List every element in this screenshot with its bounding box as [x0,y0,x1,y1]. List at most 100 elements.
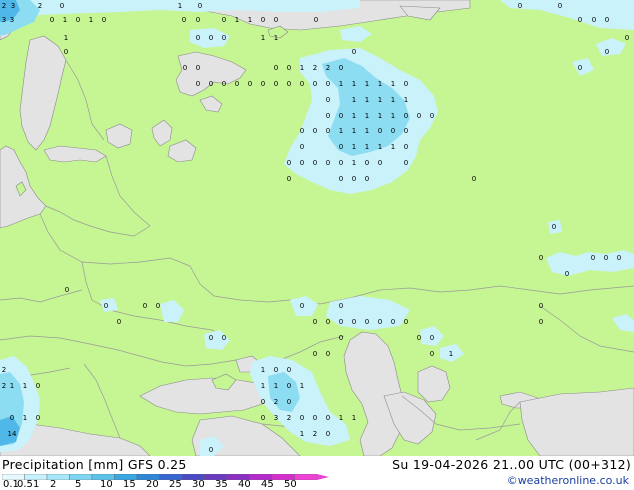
color-scale-tick: 5 [75,479,82,490]
precip-value-label: 0 [300,127,304,135]
precip-value-label: 0 [352,48,356,56]
precip-value-label: 2 [313,64,317,72]
precip-value-label: 0 [300,143,304,151]
color-scale-tick: 0.5 [17,479,33,490]
precip-value-label: 0 [209,446,213,454]
precip-value-label: 1 [10,382,14,390]
precip-value-label: 0 [430,112,434,120]
precip-value-label: 1 [300,64,304,72]
precip-value-label: 0 [313,159,317,167]
precip-value-label: 0 [209,80,213,88]
precip-value-label: 0 [539,302,543,310]
precip-value-label: 1 [365,80,369,88]
precip-value-label: 0 [539,254,543,262]
precip-value-label: 1 [300,430,304,438]
precip-value-label: 0 [378,159,382,167]
precip-value-label: 0 [430,334,434,342]
precip-value-label: 1 [23,382,27,390]
precip-value-label: 2 [326,64,330,72]
precip-value-label: 1 [391,80,395,88]
precip-value-label: 0 [300,159,304,167]
precip-value-label: 1 [300,382,304,390]
precip-value-label: 0 [36,414,40,422]
precip-value-label: 0 [339,64,343,72]
precip-value-label: 0 [552,223,556,231]
precip-value-label: 1 [391,96,395,104]
precip-value-label: 2 [2,382,6,390]
precip-value-label: 0 [592,16,596,24]
precip-value-label: 1 [235,16,239,24]
precip-value-label: 0 [565,270,569,278]
precip-value-label: 1 [352,414,356,422]
precip-value-label: 2 [2,366,6,374]
precip-value-label: 0 [339,112,343,120]
precip-value-label: 1 [339,80,343,88]
precip-value-label: 1 [365,143,369,151]
precip-value-label: 0 [365,175,369,183]
precip-value-label: 0 [339,334,343,342]
precip-value-label: 1 [391,143,395,151]
precip-value-label: 0 [313,127,317,135]
precip-value-label: 0 [287,80,291,88]
precip-value-label: 0 [617,254,621,262]
precip-value-label: 1 [248,16,252,24]
precip-value-label: 1 [365,127,369,135]
color-scale-tick: 2 [50,479,57,490]
precip-value-label: 0 [261,80,265,88]
precip-value-label: 1 [391,112,395,120]
precip-value-label: 1 [365,96,369,104]
precip-value-label: 0 [339,159,343,167]
precip-value-label: 0 [65,286,69,294]
precip-value-label: 0 [430,350,434,358]
precip-value-label: 0 [222,80,226,88]
precip-value-label: 1 [449,350,453,358]
precip-value-label: 0 [287,382,291,390]
precip-value-label: 0 [50,16,54,24]
precip-value-label: 0 [261,398,265,406]
precip-value-label: 0 [183,64,187,72]
color-scale-tick: 35 [215,479,228,490]
precip-value-label: 0 [404,80,408,88]
precip-value-label: 14 [8,430,17,438]
precip-value-label: 0 [222,16,226,24]
precip-value-label: 0 [391,127,395,135]
precip-value-label: 0 [339,318,343,326]
precip-value-label: 0 [404,127,408,135]
precip-value-label: 0 [196,34,200,42]
precip-value-label: 0 [339,302,343,310]
precip-value-label: 3 [274,414,278,422]
precip-value-label: 0 [222,34,226,42]
precip-value-label: 0 [591,254,595,262]
precip-value-label: 0 [248,80,252,88]
color-scale-tick: 50 [284,479,297,490]
color-scale-tick: 25 [169,479,182,490]
precip-value-label: 0 [558,2,562,10]
precip-value-label: 1 [63,16,67,24]
precip-value-label: 0 [261,16,265,24]
precip-value-label: 0 [102,16,106,24]
precip-value-label: 0 [235,80,239,88]
precip-value-label: 1 [352,127,356,135]
precip-value-label: 1 [339,414,343,422]
precip-value-label: 0 [365,318,369,326]
precip-value-label: 0 [578,16,582,24]
color-scale-tick: 40 [238,479,251,490]
source-credit[interactable]: ©weatheronline.co.uk [507,474,629,487]
color-scale-tick: 30 [192,479,205,490]
precip-value-label: 1 [378,112,382,120]
precip-value-label: 0 [274,366,278,374]
precip-value-label: 0 [604,254,608,262]
precip-value-label: 1 [352,96,356,104]
precip-value-label: 0 [326,414,330,422]
precip-value-label: 0 [287,64,291,72]
precip-value-label: 0 [404,318,408,326]
precip-value-label: 0 [196,64,200,72]
precip-value-label: 0 [287,398,291,406]
precip-value-label: 0 [326,112,330,120]
precipitation-map: 2320100033010100001100000010001100000000… [0,0,634,456]
precip-value-label: 0 [117,318,121,326]
precip-value-label: 0 [404,143,408,151]
precip-value-label: 0 [261,414,265,422]
precip-value-label: 0 [313,80,317,88]
color-scale-tick: 20 [146,479,159,490]
